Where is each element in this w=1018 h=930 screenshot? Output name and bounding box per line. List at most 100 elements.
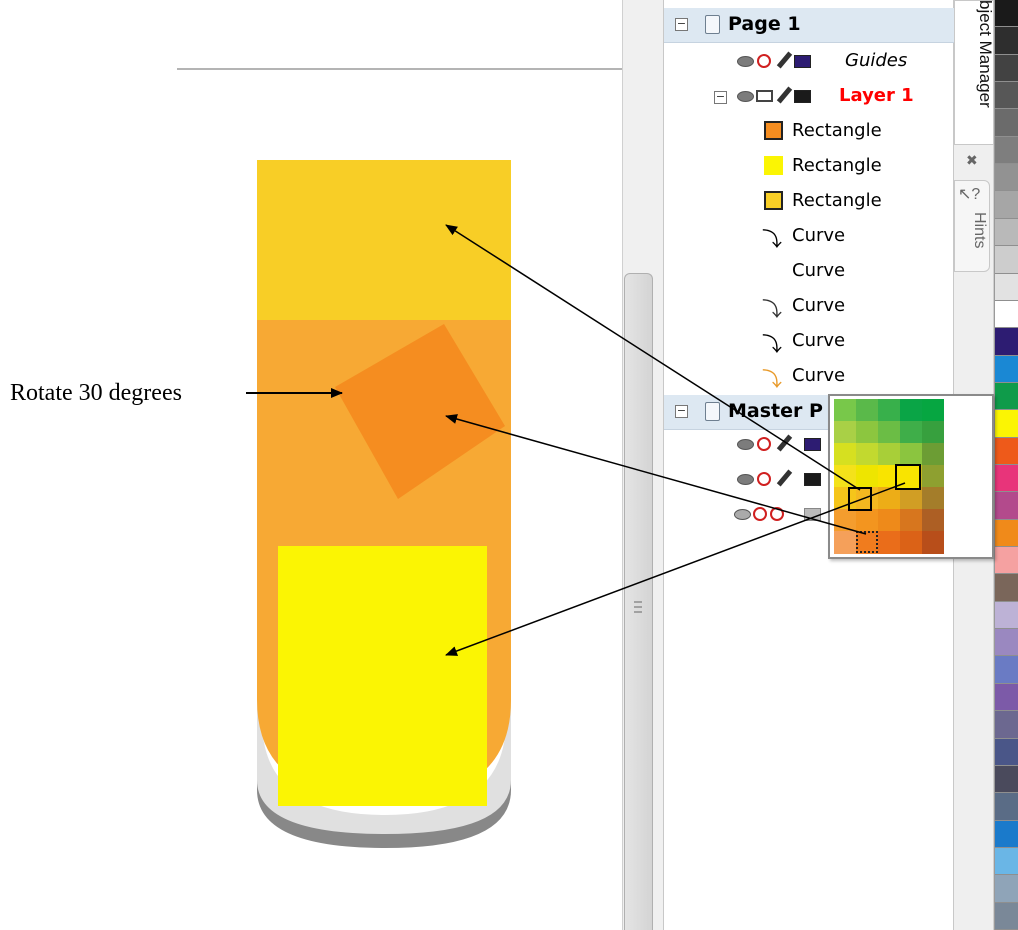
no-print-icon[interactable]: [757, 437, 771, 451]
collapse-icon[interactable]: −: [714, 91, 727, 104]
pencil-icon[interactable]: [776, 469, 793, 487]
palette-swatch[interactable]: [995, 820, 1018, 848]
palette-swatch[interactable]: [995, 492, 1018, 520]
picker-color-cell[interactable]: [900, 443, 922, 466]
palette-swatch[interactable]: [995, 82, 1018, 110]
picker-color-cell[interactable]: [900, 399, 922, 422]
palette-swatch[interactable]: [995, 765, 1018, 794]
eye-icon[interactable]: [734, 509, 751, 520]
palette-swatch[interactable]: [995, 847, 1018, 876]
top-rectangle[interactable]: [257, 160, 511, 320]
object-row[interactable]: Curve: [664, 254, 954, 288]
no-print-icon[interactable]: [757, 54, 771, 68]
no-print-icon[interactable]: [757, 472, 771, 486]
palette-swatch[interactable]: [995, 355, 1018, 383]
palette-swatch[interactable]: [995, 519, 1018, 548]
picker-color-cell[interactable]: [834, 509, 856, 532]
palette-swatch[interactable]: [995, 136, 1018, 165]
palette-swatch[interactable]: [995, 0, 1018, 28]
palette-swatch[interactable]: [995, 547, 1018, 575]
palette-swatch[interactable]: [995, 218, 1018, 247]
palette-swatch[interactable]: [995, 683, 1018, 712]
eye-icon[interactable]: [737, 56, 754, 67]
palette-swatch[interactable]: [995, 246, 1018, 274]
palette-swatch[interactable]: [995, 738, 1018, 766]
object-row[interactable]: Rectangle: [664, 184, 954, 218]
picker-color-cell[interactable]: [878, 531, 900, 554]
picker-color-cell[interactable]: [834, 443, 856, 466]
palette-swatch[interactable]: [995, 273, 1018, 301]
palette-swatch[interactable]: [995, 437, 1018, 465]
palette-swatch[interactable]: [995, 875, 1018, 903]
picker-color-cell[interactable]: [834, 465, 856, 488]
layer-color-swatch[interactable]: [804, 473, 821, 486]
picker-color-cell[interactable]: [878, 509, 900, 532]
palette-swatch[interactable]: [995, 465, 1018, 493]
palette-swatch[interactable]: [995, 902, 1018, 930]
object-row[interactable]: ⤵ Curve: [664, 359, 954, 393]
palette-swatch[interactable]: [995, 54, 1018, 83]
guides-layer-row[interactable]: Guides: [664, 44, 954, 78]
pencil-icon[interactable]: [776, 51, 793, 69]
layer-1-row[interactable]: − Layer 1: [664, 79, 954, 113]
picker-color-cell[interactable]: [878, 487, 900, 510]
picker-selected-cell[interactable]: [895, 464, 921, 490]
palette-swatch[interactable]: [995, 656, 1018, 684]
close-docker-icon[interactable]: ✖: [966, 152, 978, 169]
palette-swatch[interactable]: [995, 164, 1018, 192]
eye-icon[interactable]: [737, 439, 754, 450]
picker-color-cell[interactable]: [922, 531, 944, 554]
pencil-icon[interactable]: [776, 86, 793, 104]
picker-color-cell[interactable]: [922, 509, 944, 532]
object-row[interactable]: Rectangle: [664, 114, 954, 148]
no-edit-icon[interactable]: [770, 507, 784, 521]
picker-color-cell[interactable]: [900, 421, 922, 444]
palette-swatch[interactable]: [995, 328, 1018, 356]
picker-color-cell[interactable]: [878, 421, 900, 444]
picker-color-cell[interactable]: [834, 399, 856, 422]
picker-color-cell[interactable]: [900, 509, 922, 532]
picker-color-cell[interactable]: [922, 399, 944, 422]
picker-color-cell[interactable]: [878, 399, 900, 422]
collapse-icon[interactable]: −: [675, 405, 688, 418]
picker-color-cell[interactable]: [878, 443, 900, 466]
picker-color-cell[interactable]: [922, 465, 944, 488]
printer-icon[interactable]: [756, 90, 773, 102]
palette-swatch[interactable]: [995, 410, 1018, 438]
layer-color-swatch[interactable]: [794, 55, 811, 68]
layer-color-swatch[interactable]: [804, 438, 821, 451]
palette-swatch[interactable]: [995, 300, 1018, 329]
palette-swatch[interactable]: [995, 191, 1018, 219]
picker-current-cell[interactable]: [856, 531, 878, 553]
picker-hover-cell[interactable]: [848, 487, 872, 511]
picker-color-cell[interactable]: [900, 487, 922, 510]
picker-color-cell[interactable]: [900, 531, 922, 554]
layer-color-swatch[interactable]: [794, 90, 811, 103]
palette-swatch[interactable]: [995, 574, 1018, 602]
picker-color-cell[interactable]: [856, 509, 878, 532]
palette-swatch[interactable]: [995, 109, 1018, 137]
object-row[interactable]: Rectangle: [664, 149, 954, 183]
picker-color-cell[interactable]: [834, 421, 856, 444]
picker-color-cell[interactable]: [922, 421, 944, 444]
eye-icon[interactable]: [737, 91, 754, 102]
picker-color-cell[interactable]: [922, 443, 944, 466]
page-1-node[interactable]: − Page 1: [664, 8, 954, 43]
picker-color-cell[interactable]: [834, 531, 856, 554]
palette-swatch[interactable]: [995, 711, 1018, 739]
object-row[interactable]: ⤵ Curve: [664, 289, 954, 323]
picker-color-cell[interactable]: [856, 399, 878, 422]
palette-swatch[interactable]: [995, 27, 1018, 55]
eye-icon[interactable]: [737, 474, 754, 485]
palette-swatch[interactable]: [995, 601, 1018, 630]
layer-color-swatch[interactable]: [804, 508, 821, 521]
no-print-icon[interactable]: [753, 507, 767, 521]
picker-color-cell[interactable]: [922, 487, 944, 510]
collapse-icon[interactable]: −: [675, 18, 688, 31]
picker-color-cell[interactable]: [856, 443, 878, 466]
object-row[interactable]: ⤵ Curve: [664, 324, 954, 358]
picker-color-cell[interactable]: [856, 421, 878, 444]
yellow-rectangle[interactable]: [278, 546, 487, 806]
palette-swatch[interactable]: [995, 629, 1018, 657]
palette-swatch[interactable]: [995, 793, 1018, 821]
